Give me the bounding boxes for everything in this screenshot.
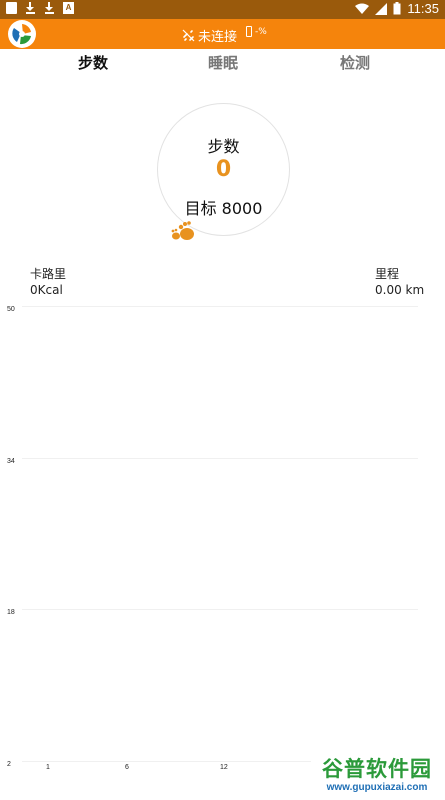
- watermark-name: 谷普软件园: [322, 757, 432, 781]
- steps-title: 步数: [207, 137, 240, 156]
- a-notification-icon: A: [63, 2, 74, 14]
- step-ring: 步数 0 目标 8000: [157, 103, 290, 236]
- steps-goal: 目标 8000: [184, 199, 263, 218]
- steps-chart: 50 34 18 2 1 6 12: [0, 300, 445, 780]
- x-tick-label: 1: [46, 764, 50, 771]
- download-icon: [25, 2, 36, 14]
- watermark-url: www.gupuxiazai.com: [326, 782, 428, 793]
- gridline: [22, 306, 418, 307]
- app-bar: 未连接 -%: [0, 19, 445, 49]
- tab-detection[interactable]: 检测: [340, 52, 370, 73]
- app-logo-icon[interactable]: [8, 20, 36, 48]
- gridline: [22, 458, 418, 459]
- tab-bar: 步数 睡眠 检测: [0, 52, 445, 78]
- y-tick-label: 34: [7, 458, 15, 465]
- notification-icon: [6, 2, 17, 14]
- tab-steps[interactable]: 步数: [78, 52, 108, 73]
- device-battery-icon: [246, 26, 252, 37]
- y-tick-label: 18: [7, 609, 15, 616]
- tab-sleep[interactable]: 睡眠: [208, 52, 238, 73]
- x-tick-label: 12: [220, 764, 228, 771]
- y-tick-label: 50: [7, 306, 15, 313]
- gridline: [22, 609, 418, 610]
- status-bar: A 11:35: [0, 0, 445, 19]
- y-tick-label: 2: [7, 761, 11, 768]
- broken-link-icon: [182, 29, 195, 42]
- footprint-icon: [171, 221, 194, 240]
- status-time: 11:35: [407, 1, 439, 16]
- download-icon: [44, 2, 55, 14]
- battery-icon: [393, 2, 401, 15]
- connection-status-label: 未连接: [198, 30, 238, 45]
- calories-label: 卡路里: [30, 267, 67, 281]
- distance-label: 里程: [375, 267, 400, 281]
- calories-value: 0Kcal: [30, 283, 63, 297]
- signal-icon: [375, 2, 388, 15]
- wifi-icon: [355, 3, 370, 14]
- connection-status[interactable]: 未连接: [182, 26, 237, 45]
- x-tick-label: 6: [125, 764, 129, 771]
- watermark-logo: 谷普软件园 www.gupuxiazai.com: [311, 753, 443, 797]
- steps-value: 0: [215, 157, 232, 182]
- device-battery-text: -%: [255, 26, 267, 37]
- distance-value: 0.00 km: [375, 283, 425, 297]
- device-battery: -%: [246, 26, 267, 37]
